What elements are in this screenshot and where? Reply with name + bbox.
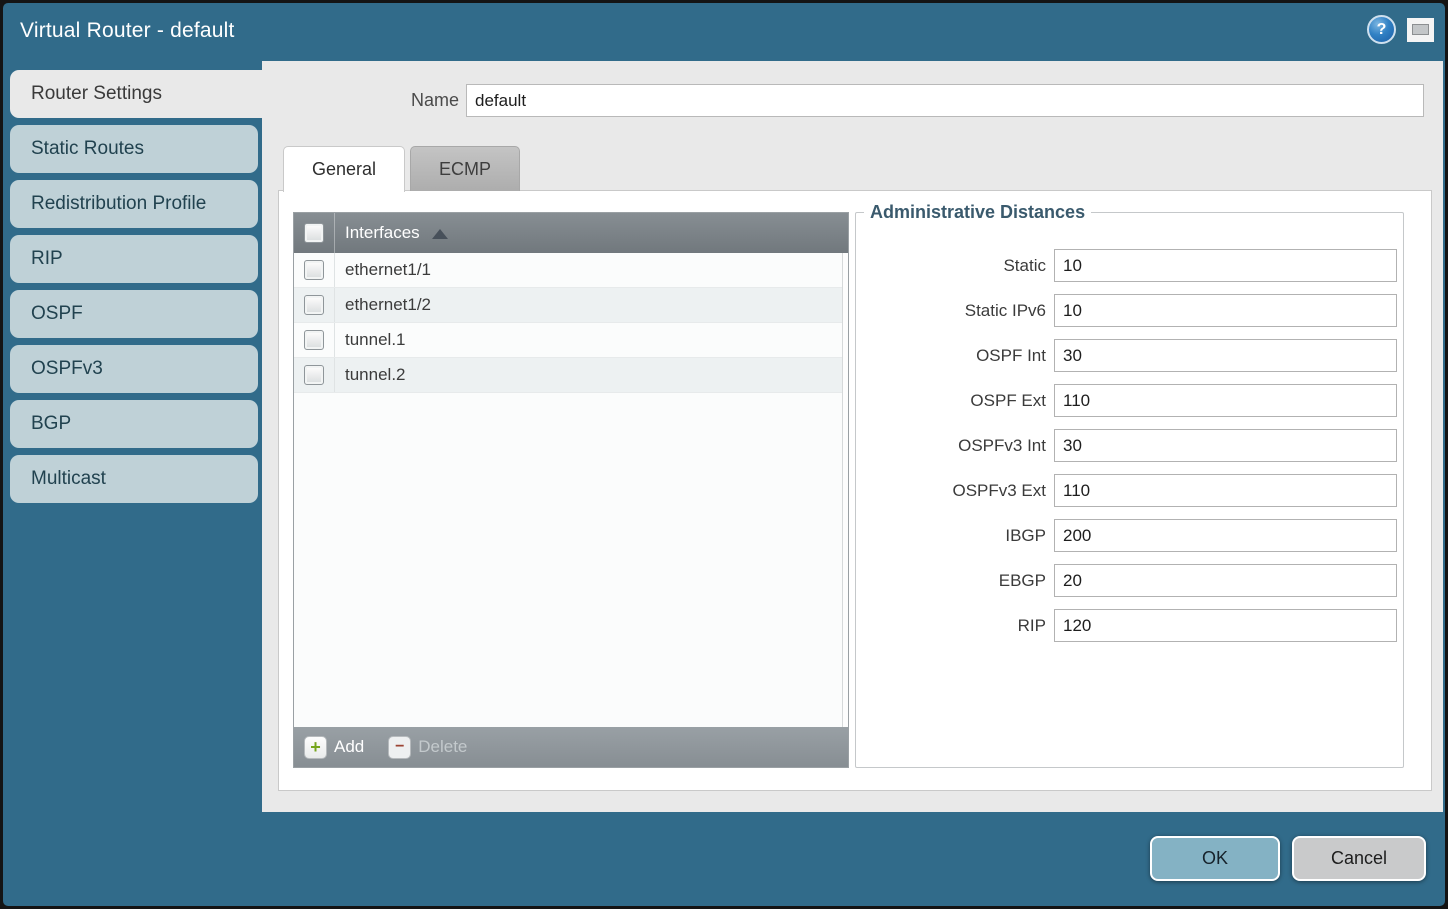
- admin-distance-row: OSPFv3 Int: [856, 429, 1403, 462]
- row-checkbox-cell: [294, 323, 335, 357]
- field-input-ospfv3-ext[interactable]: [1054, 474, 1397, 507]
- row-checkbox-cell: [294, 358, 335, 392]
- add-button-label: Add: [334, 737, 364, 757]
- row-checkbox[interactable]: [304, 295, 324, 315]
- select-all-checkbox[interactable]: [304, 223, 324, 243]
- table-scrollbar[interactable]: [842, 253, 848, 727]
- page-title: Virtual Router - default: [20, 19, 235, 43]
- cancel-button[interactable]: Cancel: [1292, 836, 1426, 881]
- add-button[interactable]: + Add: [304, 736, 364, 759]
- sidebar-item-router-settings[interactable]: Router Settings: [10, 70, 262, 118]
- sidebar-item-rip[interactable]: RIP: [10, 235, 258, 283]
- titlebar-icons: ?: [1367, 15, 1434, 44]
- name-input[interactable]: [466, 84, 1424, 117]
- interface-name: tunnel.2: [335, 365, 406, 385]
- virtual-router-dialog: Virtual Router - default ? Router Settin…: [3, 3, 1445, 906]
- restore-window-icon-inner: [1412, 24, 1429, 35]
- field-input-rip[interactable]: [1054, 609, 1397, 642]
- field-input-ibgp[interactable]: [1054, 519, 1397, 552]
- row-checkbox-cell: [294, 288, 335, 322]
- administrative-distances-fieldset: Administrative Distances Static Static IP…: [855, 202, 1404, 768]
- sort-ascending-icon: [432, 229, 448, 239]
- interface-name: ethernet1/2: [335, 295, 431, 315]
- table-row[interactable]: ethernet1/1: [294, 253, 848, 288]
- sidebar-item-bgp[interactable]: BGP: [10, 400, 258, 448]
- row-checkbox[interactable]: [304, 330, 324, 350]
- admin-distance-row: OSPFv3 Ext: [856, 474, 1403, 507]
- field-label-ibgp: IBGP: [856, 526, 1046, 546]
- field-label-ospfv3-int: OSPFv3 Int: [856, 436, 1046, 456]
- field-input-static[interactable]: [1054, 249, 1397, 282]
- row-checkbox-cell: [294, 253, 335, 287]
- table-row[interactable]: tunnel.1: [294, 323, 848, 358]
- ok-button[interactable]: OK: [1150, 836, 1280, 881]
- admin-distance-row: Static: [856, 249, 1403, 282]
- field-input-static-ipv6[interactable]: [1054, 294, 1397, 327]
- admin-distance-row: Static IPv6: [856, 294, 1403, 327]
- field-input-ospf-int[interactable]: [1054, 339, 1397, 372]
- field-label-ospf-int: OSPF Int: [856, 346, 1046, 366]
- titlebar: Virtual Router - default ?: [3, 3, 1445, 61]
- admin-distance-row: RIP: [856, 609, 1403, 642]
- table-row[interactable]: tunnel.2: [294, 358, 848, 393]
- field-input-ospf-ext[interactable]: [1054, 384, 1397, 417]
- tab-bar: GeneralECMP: [283, 146, 520, 192]
- interface-name: ethernet1/1: [335, 260, 431, 280]
- interfaces-table-header[interactable]: Interfaces: [294, 213, 848, 253]
- field-input-ebgp[interactable]: [1054, 564, 1397, 597]
- plus-glyph: +: [310, 738, 321, 756]
- add-plus-icon: +: [304, 736, 327, 759]
- field-label-ospfv3-ext: OSPFv3 Ext: [856, 481, 1046, 501]
- name-label: Name: [303, 84, 459, 117]
- table-row[interactable]: ethernet1/2: [294, 288, 848, 323]
- admin-distance-fields: Static Static IPv6 OSPF Int OSPF Ext OSPFv3 …: [856, 237, 1403, 642]
- tab-ecmp[interactable]: ECMP: [410, 146, 520, 191]
- interface-name: tunnel.1: [335, 330, 406, 350]
- restore-window-icon[interactable]: [1407, 18, 1434, 42]
- field-label-ospf-ext: OSPF Ext: [856, 391, 1046, 411]
- field-label-ebgp: EBGP: [856, 571, 1046, 591]
- field-label-static: Static: [856, 256, 1046, 276]
- field-label-static-ipv6: Static IPv6: [856, 301, 1046, 321]
- sidebar-item-static-routes[interactable]: Static Routes: [10, 125, 258, 173]
- field-label-rip: RIP: [856, 616, 1046, 636]
- header-checkbox-cell: [294, 213, 335, 253]
- interfaces-table: Interfaces ethernet1/1 ethernet1/2 tunnel.…: [293, 212, 849, 768]
- administrative-distances-title: Administrative Distances: [864, 202, 1091, 223]
- sidebar-item-ospf[interactable]: OSPF: [10, 290, 258, 338]
- delete-minus-icon: −: [388, 736, 411, 759]
- delete-button-label: Delete: [418, 737, 467, 757]
- interfaces-rows: ethernet1/1 ethernet1/2 tunnel.1 tunnel.2: [294, 253, 848, 727]
- admin-distance-row: OSPF Int: [856, 339, 1403, 372]
- row-checkbox[interactable]: [304, 260, 324, 280]
- admin-distance-row: OSPF Ext: [856, 384, 1403, 417]
- admin-distance-row: IBGP: [856, 519, 1403, 552]
- row-checkbox[interactable]: [304, 365, 324, 385]
- help-icon[interactable]: ?: [1367, 15, 1396, 44]
- delete-button[interactable]: − Delete: [388, 736, 467, 759]
- admin-distance-row: EBGP: [856, 564, 1403, 597]
- sidebar-item-multicast[interactable]: Multicast: [10, 455, 258, 503]
- sidebar-item-ospfv3[interactable]: OSPFv3: [10, 345, 258, 393]
- minus-glyph: −: [395, 739, 404, 755]
- interfaces-table-footer: + Add − Delete: [294, 727, 848, 767]
- field-input-ospfv3-int[interactable]: [1054, 429, 1397, 462]
- sidebar: Router Settings Static Routes Redistributi…: [10, 70, 262, 510]
- sidebar-item-redistribution-profile[interactable]: Redistribution Profile: [10, 180, 258, 228]
- tab-general[interactable]: General: [283, 146, 405, 192]
- interfaces-column-header: Interfaces: [345, 223, 420, 243]
